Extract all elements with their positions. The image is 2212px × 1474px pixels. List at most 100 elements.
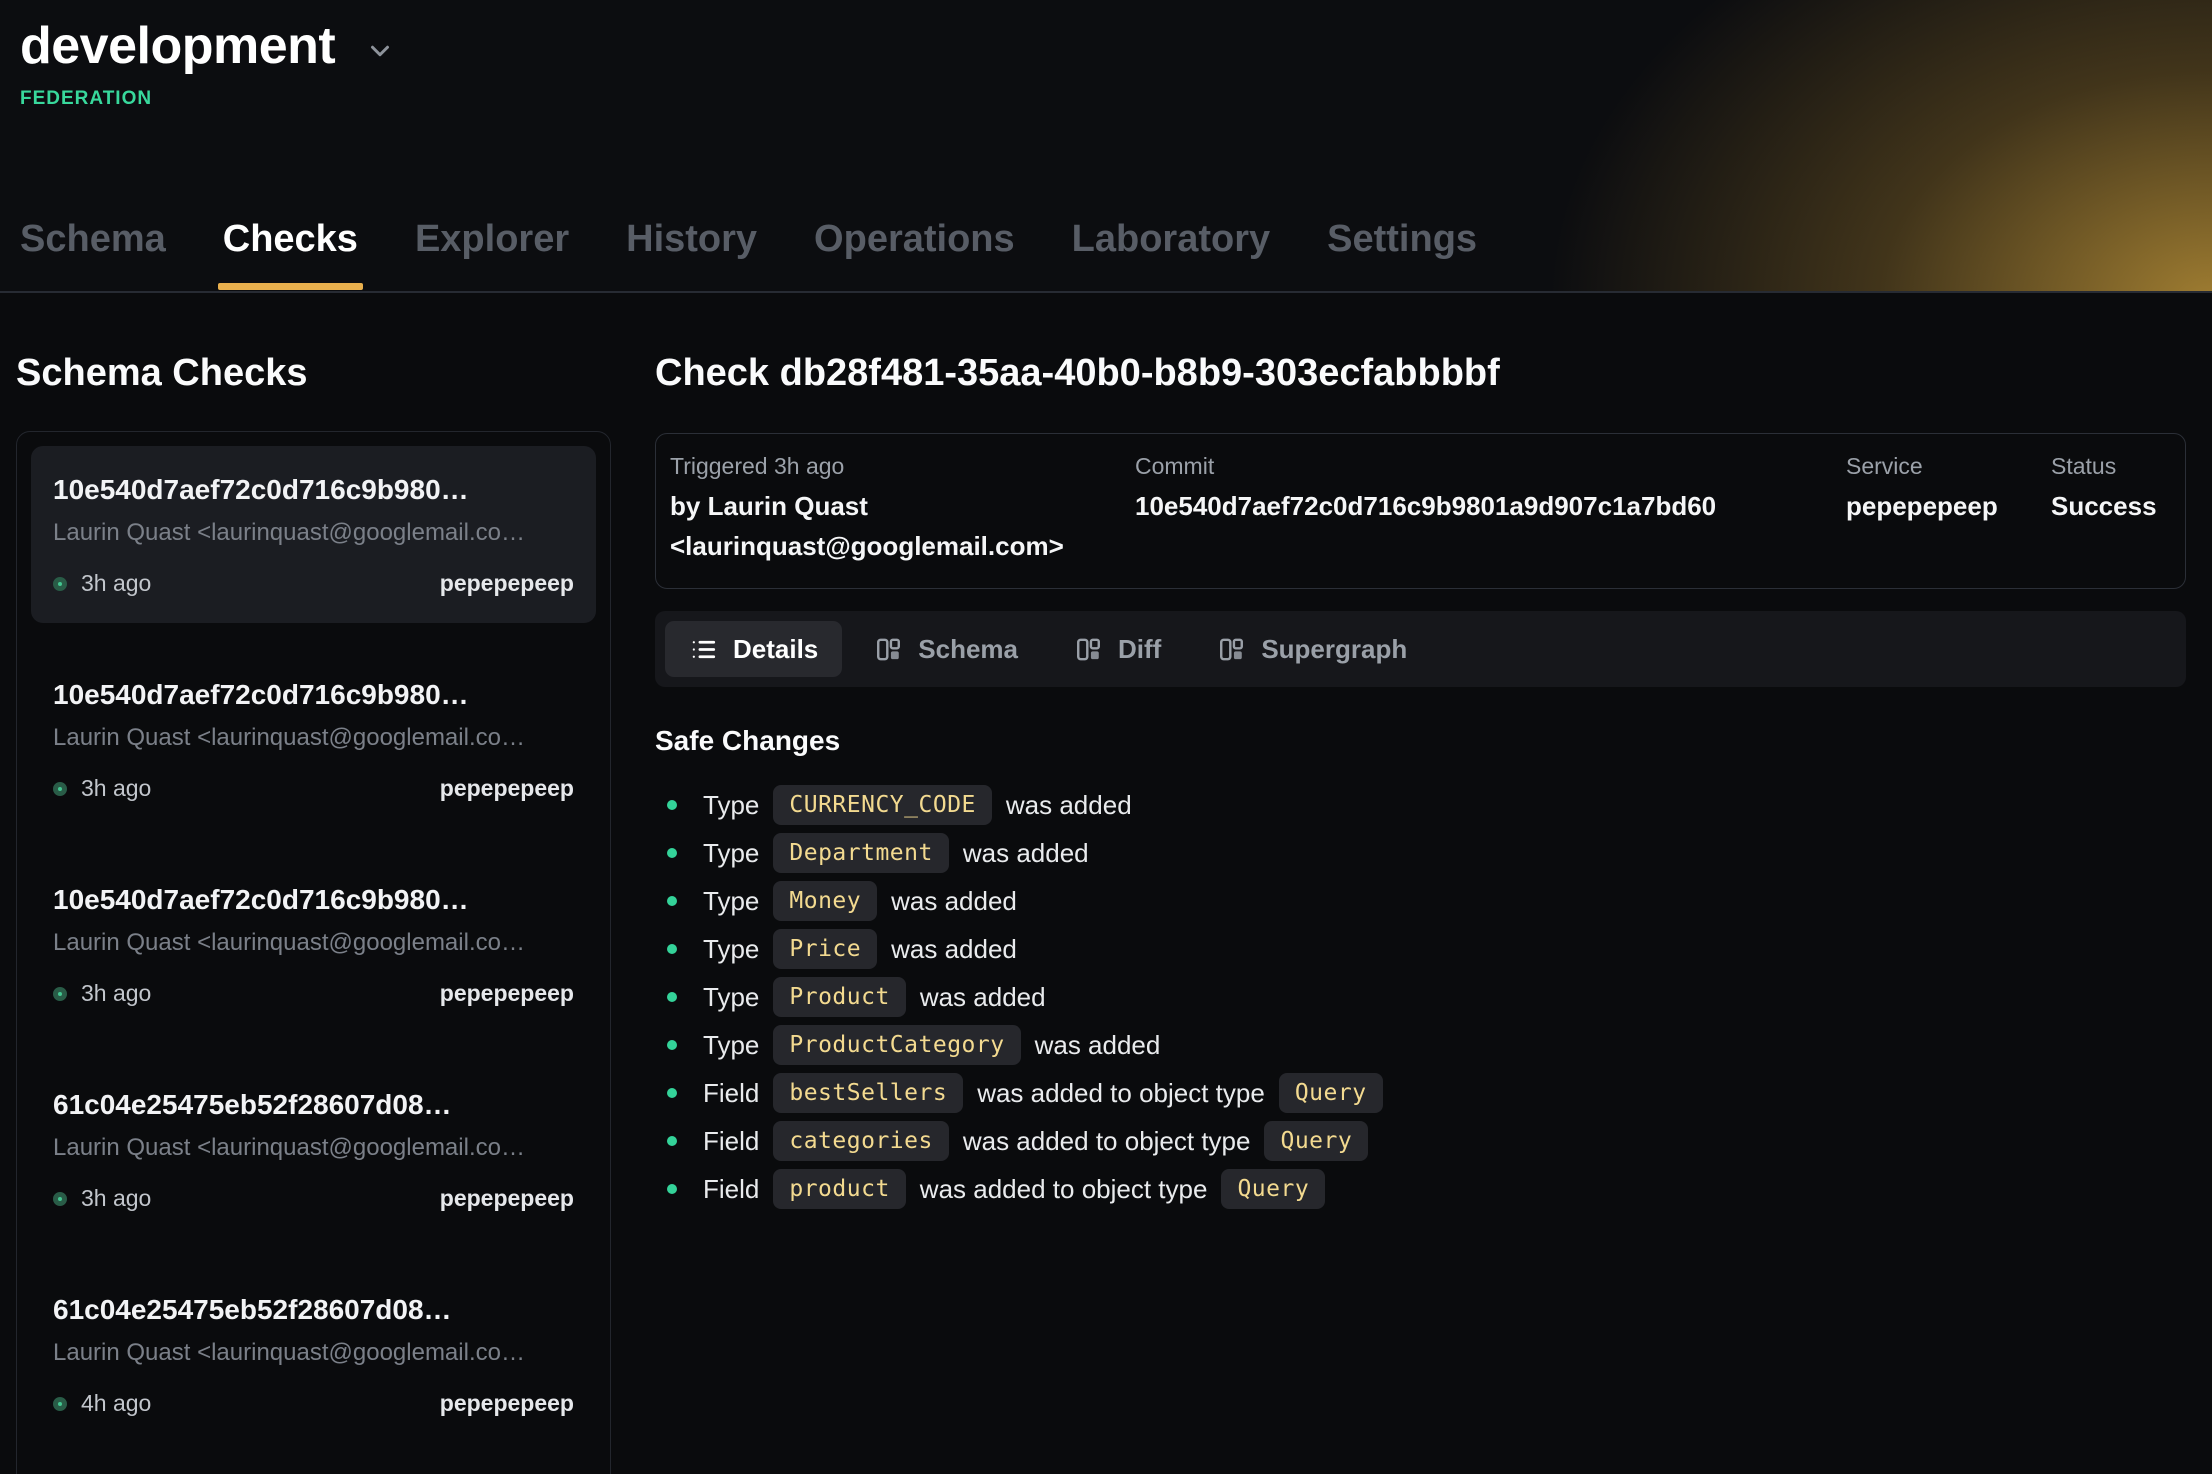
check-time: 3h ago — [81, 980, 151, 1007]
detail-tab-label: Schema — [918, 634, 1018, 665]
check-heading: Check db28f481-35aa-40b0-b8b9-303ecfabbb… — [655, 351, 2212, 395]
detail-tab[interactable]: Diff — [1050, 621, 1185, 677]
change-suffix: was added — [1035, 1030, 1161, 1061]
code-chip: Product — [773, 977, 905, 1017]
detail-tab-label: Diff — [1118, 634, 1161, 665]
check-time: 3h ago — [81, 570, 151, 597]
change-item: Type ProductCategory was added — [655, 1021, 2212, 1069]
change-suffix: was added — [963, 838, 1089, 869]
nav-tab[interactable]: Settings — [1327, 218, 1477, 291]
triggered-value: by Laurin Quast <laurinquast@googlemail.… — [670, 486, 1120, 566]
bullet-icon — [667, 944, 677, 954]
change-prefix: Type — [703, 790, 759, 821]
change-suffix: was added to object type — [963, 1126, 1251, 1157]
detail-tabs: Details Schema — [655, 611, 2186, 687]
code-chip: Money — [773, 881, 877, 921]
project-header: development FEDERATION SchemaChecksExplo… — [0, 0, 2212, 293]
check-list-item[interactable]: 10e540d7aef72c0d716c9b980… Laurin Quast … — [31, 651, 596, 828]
check-list-item[interactable]: 61c04e25475eb52f28607d08… Laurin Quast <… — [31, 1061, 596, 1238]
detail-tab[interactable]: Schema — [850, 621, 1042, 677]
code-chip: categories — [773, 1121, 948, 1161]
check-list-item[interactable]: 10e540d7aef72c0d716c9b980… Laurin Quast … — [31, 446, 596, 623]
changes-list: Type CURRENCY_CODE was added Type Depart… — [655, 781, 2212, 1213]
triggered-label: Triggered 3h ago — [670, 450, 1135, 482]
check-author: Laurin Quast <laurinquast@googlemail.co… — [53, 1133, 574, 1163]
change-item: Type Product was added — [655, 973, 2212, 1021]
change-suffix: was added to object type — [977, 1078, 1265, 1109]
change-suffix: was added — [891, 934, 1017, 965]
bullet-icon — [667, 800, 677, 810]
detail-tab[interactable]: Details — [665, 621, 842, 677]
code-chip: product — [773, 1169, 905, 1209]
check-meta-row: 3h ago pepepepeep — [53, 775, 574, 802]
code-chip: Query — [1221, 1169, 1325, 1209]
chevron-down-icon[interactable] — [365, 36, 395, 66]
detail-tab[interactable]: Supergraph — [1193, 621, 1431, 677]
check-commit-id: 10e540d7aef72c0d716c9b980… — [53, 882, 574, 918]
project-title-row: development — [20, 16, 2212, 76]
change-item: Type Department was added — [655, 829, 2212, 877]
code-chip: Price — [773, 929, 877, 969]
success-dot-icon — [53, 577, 67, 591]
check-meta-box: Triggered 3h ago by Laurin Quast <laurin… — [655, 433, 2186, 589]
check-meta-row: 3h ago pepepepeep — [53, 1185, 574, 1212]
success-dot-icon — [53, 782, 67, 796]
check-service: pepepepeep — [440, 570, 574, 597]
change-prefix: Type — [703, 982, 759, 1013]
meta-triggered: Triggered 3h ago by Laurin Quast <laurin… — [670, 450, 1135, 566]
change-item: Field categories was added to object typ… — [655, 1117, 2212, 1165]
change-prefix: Type — [703, 838, 759, 869]
bullet-icon — [667, 896, 677, 906]
bullet-icon — [667, 1184, 677, 1194]
columns-icon — [1217, 635, 1246, 664]
bullet-icon — [667, 1088, 677, 1098]
nav-tab[interactable]: Schema — [20, 218, 166, 291]
change-suffix: was added to object type — [920, 1174, 1208, 1205]
code-chip: Department — [773, 833, 948, 873]
check-author: Laurin Quast <laurinquast@googlemail.co… — [53, 1338, 574, 1368]
check-meta-row: 4h ago pepepepeep — [53, 1390, 574, 1417]
nav-tab[interactable]: Checks — [223, 218, 358, 291]
code-chip: CURRENCY_CODE — [773, 785, 992, 825]
service-value: pepepepeep — [1846, 486, 2051, 526]
check-detail: Check db28f481-35aa-40b0-b8b9-303ecfabbb… — [640, 293, 2212, 1472]
check-author: Laurin Quast <laurinquast@googlemail.co… — [53, 928, 574, 958]
service-label: Service — [1846, 450, 2051, 482]
change-prefix: Field — [703, 1078, 759, 1109]
code-chip: ProductCategory — [773, 1025, 1020, 1065]
success-dot-icon — [53, 1397, 67, 1411]
bullet-icon — [667, 848, 677, 858]
check-list-item[interactable]: 61c04e25475eb52f28607d08… Laurin Quast <… — [31, 1266, 596, 1443]
check-commit-id: 61c04e25475eb52f28607d08… — [53, 1292, 574, 1328]
main-nav: Schema Checks Explorer History Operations Lab… — [20, 218, 1477, 291]
check-commit-id: 61c04e25475eb52f28607d08… — [53, 1087, 574, 1123]
nav-tab[interactable]: Laboratory — [1072, 218, 1270, 291]
change-prefix: Field — [703, 1126, 759, 1157]
commit-label: Commit — [1135, 450, 1846, 482]
check-time: 4h ago — [81, 1390, 151, 1417]
columns-icon — [874, 635, 903, 664]
page-title: development — [20, 16, 335, 76]
nav-tab[interactable]: History — [626, 218, 757, 291]
check-service: pepepepeep — [440, 1185, 574, 1212]
nav-tab[interactable]: Operations — [814, 218, 1015, 291]
check-service: pepepepeep — [440, 775, 574, 802]
check-time: 3h ago — [81, 1185, 151, 1212]
status-label: Status — [2051, 450, 2171, 482]
detail-tab-label: Details — [733, 634, 818, 665]
change-item: Type CURRENCY_CODE was added — [655, 781, 2212, 829]
check-service: pepepepeep — [440, 980, 574, 1007]
nav-tab[interactable]: Explorer — [415, 218, 569, 291]
change-item: Field product was added to object type Q… — [655, 1165, 2212, 1213]
change-suffix: was added — [920, 982, 1046, 1013]
list-icon — [689, 635, 718, 664]
success-dot-icon — [53, 1192, 67, 1206]
change-prefix: Type — [703, 886, 759, 917]
content: Schema Checks 10e540d7aef72c0d716c9b980…… — [0, 293, 2212, 1472]
change-suffix: was added — [1006, 790, 1132, 821]
check-commit-id: 10e540d7aef72c0d716c9b980… — [53, 472, 574, 508]
code-chip: Query — [1264, 1121, 1368, 1161]
change-item: Type Price was added — [655, 925, 2212, 973]
meta-service: Service pepepepeep — [1846, 450, 2051, 566]
check-list-item[interactable]: 10e540d7aef72c0d716c9b980… Laurin Quast … — [31, 856, 596, 1033]
